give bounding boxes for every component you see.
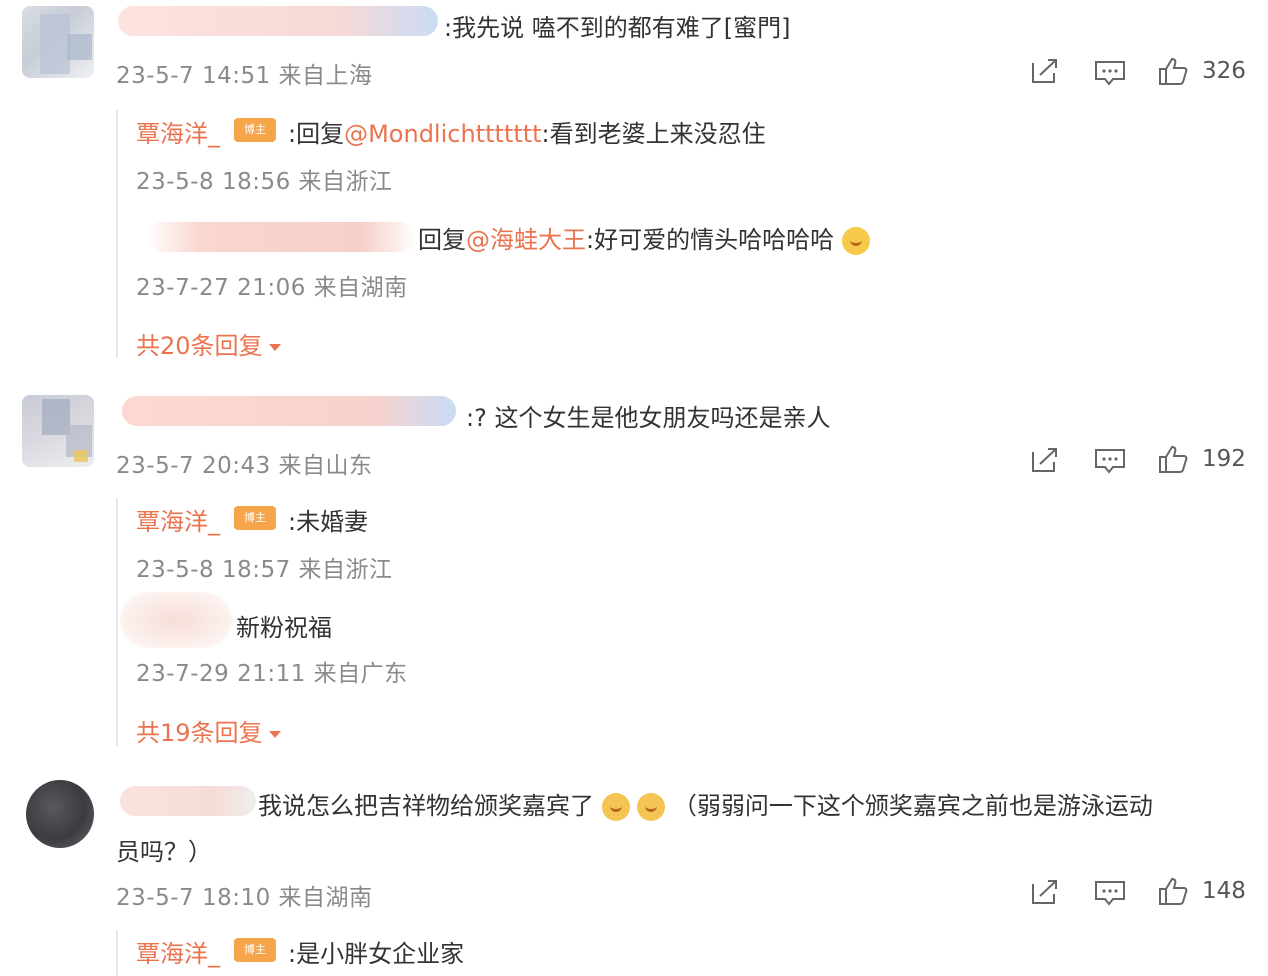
reply-meta: 23-5-8 18:57 来自浙江 [136, 557, 393, 583]
reply-text: :回复@Mondlichttttttt:看到老婆上来没忍住 [288, 114, 766, 149]
avatar[interactable] [26, 780, 94, 848]
like-count: 326 [1202, 58, 1246, 84]
comment-button[interactable] [1094, 879, 1126, 911]
blurred-username[interactable] [118, 6, 438, 36]
blurred-username[interactable] [122, 396, 456, 426]
comment-icon [1095, 449, 1125, 474]
reply-body: :看到老婆上来没忍住 [541, 120, 766, 148]
comment-button[interactable] [1094, 447, 1126, 479]
reply-thread-bar [116, 498, 118, 746]
comment-icon [1095, 61, 1125, 86]
author-badge: 博主 [234, 506, 276, 530]
comment-meta: 23-5-7 14:51 来自上海 [116, 63, 373, 89]
avatar[interactable] [22, 6, 94, 78]
like-button[interactable] [1158, 444, 1188, 478]
reply-prefix: :回复 [288, 120, 345, 148]
like-button[interactable] [1158, 876, 1188, 910]
caret-down-icon [268, 730, 281, 738]
laughing-emoji-icon [841, 227, 870, 255]
share-icon [1032, 59, 1057, 83]
reply-text: :未婚妻 [288, 508, 369, 536]
reply-author[interactable]: 覃海洋_ [136, 502, 220, 537]
reply-thread-bar [116, 930, 118, 976]
share-button[interactable] [1030, 878, 1060, 910]
share-icon [1032, 880, 1057, 904]
reply-text: :是小胖女企业家 [288, 940, 465, 968]
mention-link[interactable]: @Mondlichttttttt [344, 120, 541, 148]
reply-text: 回复@海蛙大王:好可爱的情头哈哈哈哈 [418, 220, 870, 255]
blurred-username[interactable] [146, 222, 416, 252]
like-count: 148 [1202, 878, 1246, 904]
blurred-username[interactable] [120, 592, 232, 648]
more-replies-link[interactable]: 共19条回复 [136, 713, 281, 748]
more-replies-label: 共20条回复 [136, 332, 263, 360]
more-replies-link[interactable]: 共20条回复 [136, 326, 281, 361]
reply-prefix: 回复 [418, 226, 466, 254]
like-count: 192 [1202, 446, 1246, 472]
comment-text: :我先说 嗑不到的都有难了[蜜門] [444, 14, 791, 42]
author-badge: 博主 [234, 118, 276, 142]
thumbs-up-icon [1159, 57, 1188, 85]
caret-down-icon [268, 343, 281, 351]
comment-text-part: （弱弱问一下这个颁奖嘉宾之前也是游泳运动 [672, 792, 1153, 820]
thumbs-up-icon [1159, 877, 1188, 905]
cat-emoji-icon [637, 793, 666, 821]
share-button[interactable] [1030, 57, 1060, 89]
more-replies-label: 共19条回复 [136, 719, 263, 747]
like-button[interactable] [1158, 56, 1188, 90]
author-badge: 博主 [234, 938, 276, 962]
comment-meta: 23-5-7 18:10 来自湖南 [116, 885, 373, 911]
comment-text-continued: 员吗？） [116, 838, 212, 866]
comment-icon [1095, 881, 1125, 906]
reply-meta: 23-5-8 18:56 来自浙江 [136, 169, 393, 195]
reply-author[interactable]: 覃海洋_ [136, 934, 220, 969]
mention-link[interactable]: @海蛙大王 [466, 226, 586, 254]
comment-button[interactable] [1094, 59, 1126, 91]
cat-emoji-icon [601, 793, 630, 821]
thumbs-up-icon [1159, 445, 1188, 473]
comment-text: 我说怎么把吉祥物给颁奖嘉宾了 （弱弱问一下这个颁奖嘉宾之前也是游泳运动 [258, 786, 1153, 821]
reply-meta: 23-7-29 21:11 来自广东 [136, 661, 408, 687]
share-icon [1032, 448, 1057, 472]
comment-text: :? 这个女生是他女朋友吗还是亲人 [466, 404, 831, 432]
reply-text: 新粉祝福 [236, 614, 332, 642]
comment-text-part: 我说怎么把吉祥物给颁奖嘉宾了 [258, 792, 594, 820]
reply-author[interactable]: 覃海洋_ [136, 114, 220, 149]
reply-body: :好可爱的情头哈哈哈哈 [586, 226, 835, 254]
share-button[interactable] [1030, 446, 1060, 478]
reply-meta: 23-7-27 21:06 来自湖南 [136, 275, 408, 301]
avatar[interactable] [22, 395, 94, 467]
comment-meta: 23-5-7 20:43 来自山东 [116, 453, 373, 479]
blurred-username[interactable] [120, 786, 256, 816]
reply-thread-bar [116, 110, 118, 358]
